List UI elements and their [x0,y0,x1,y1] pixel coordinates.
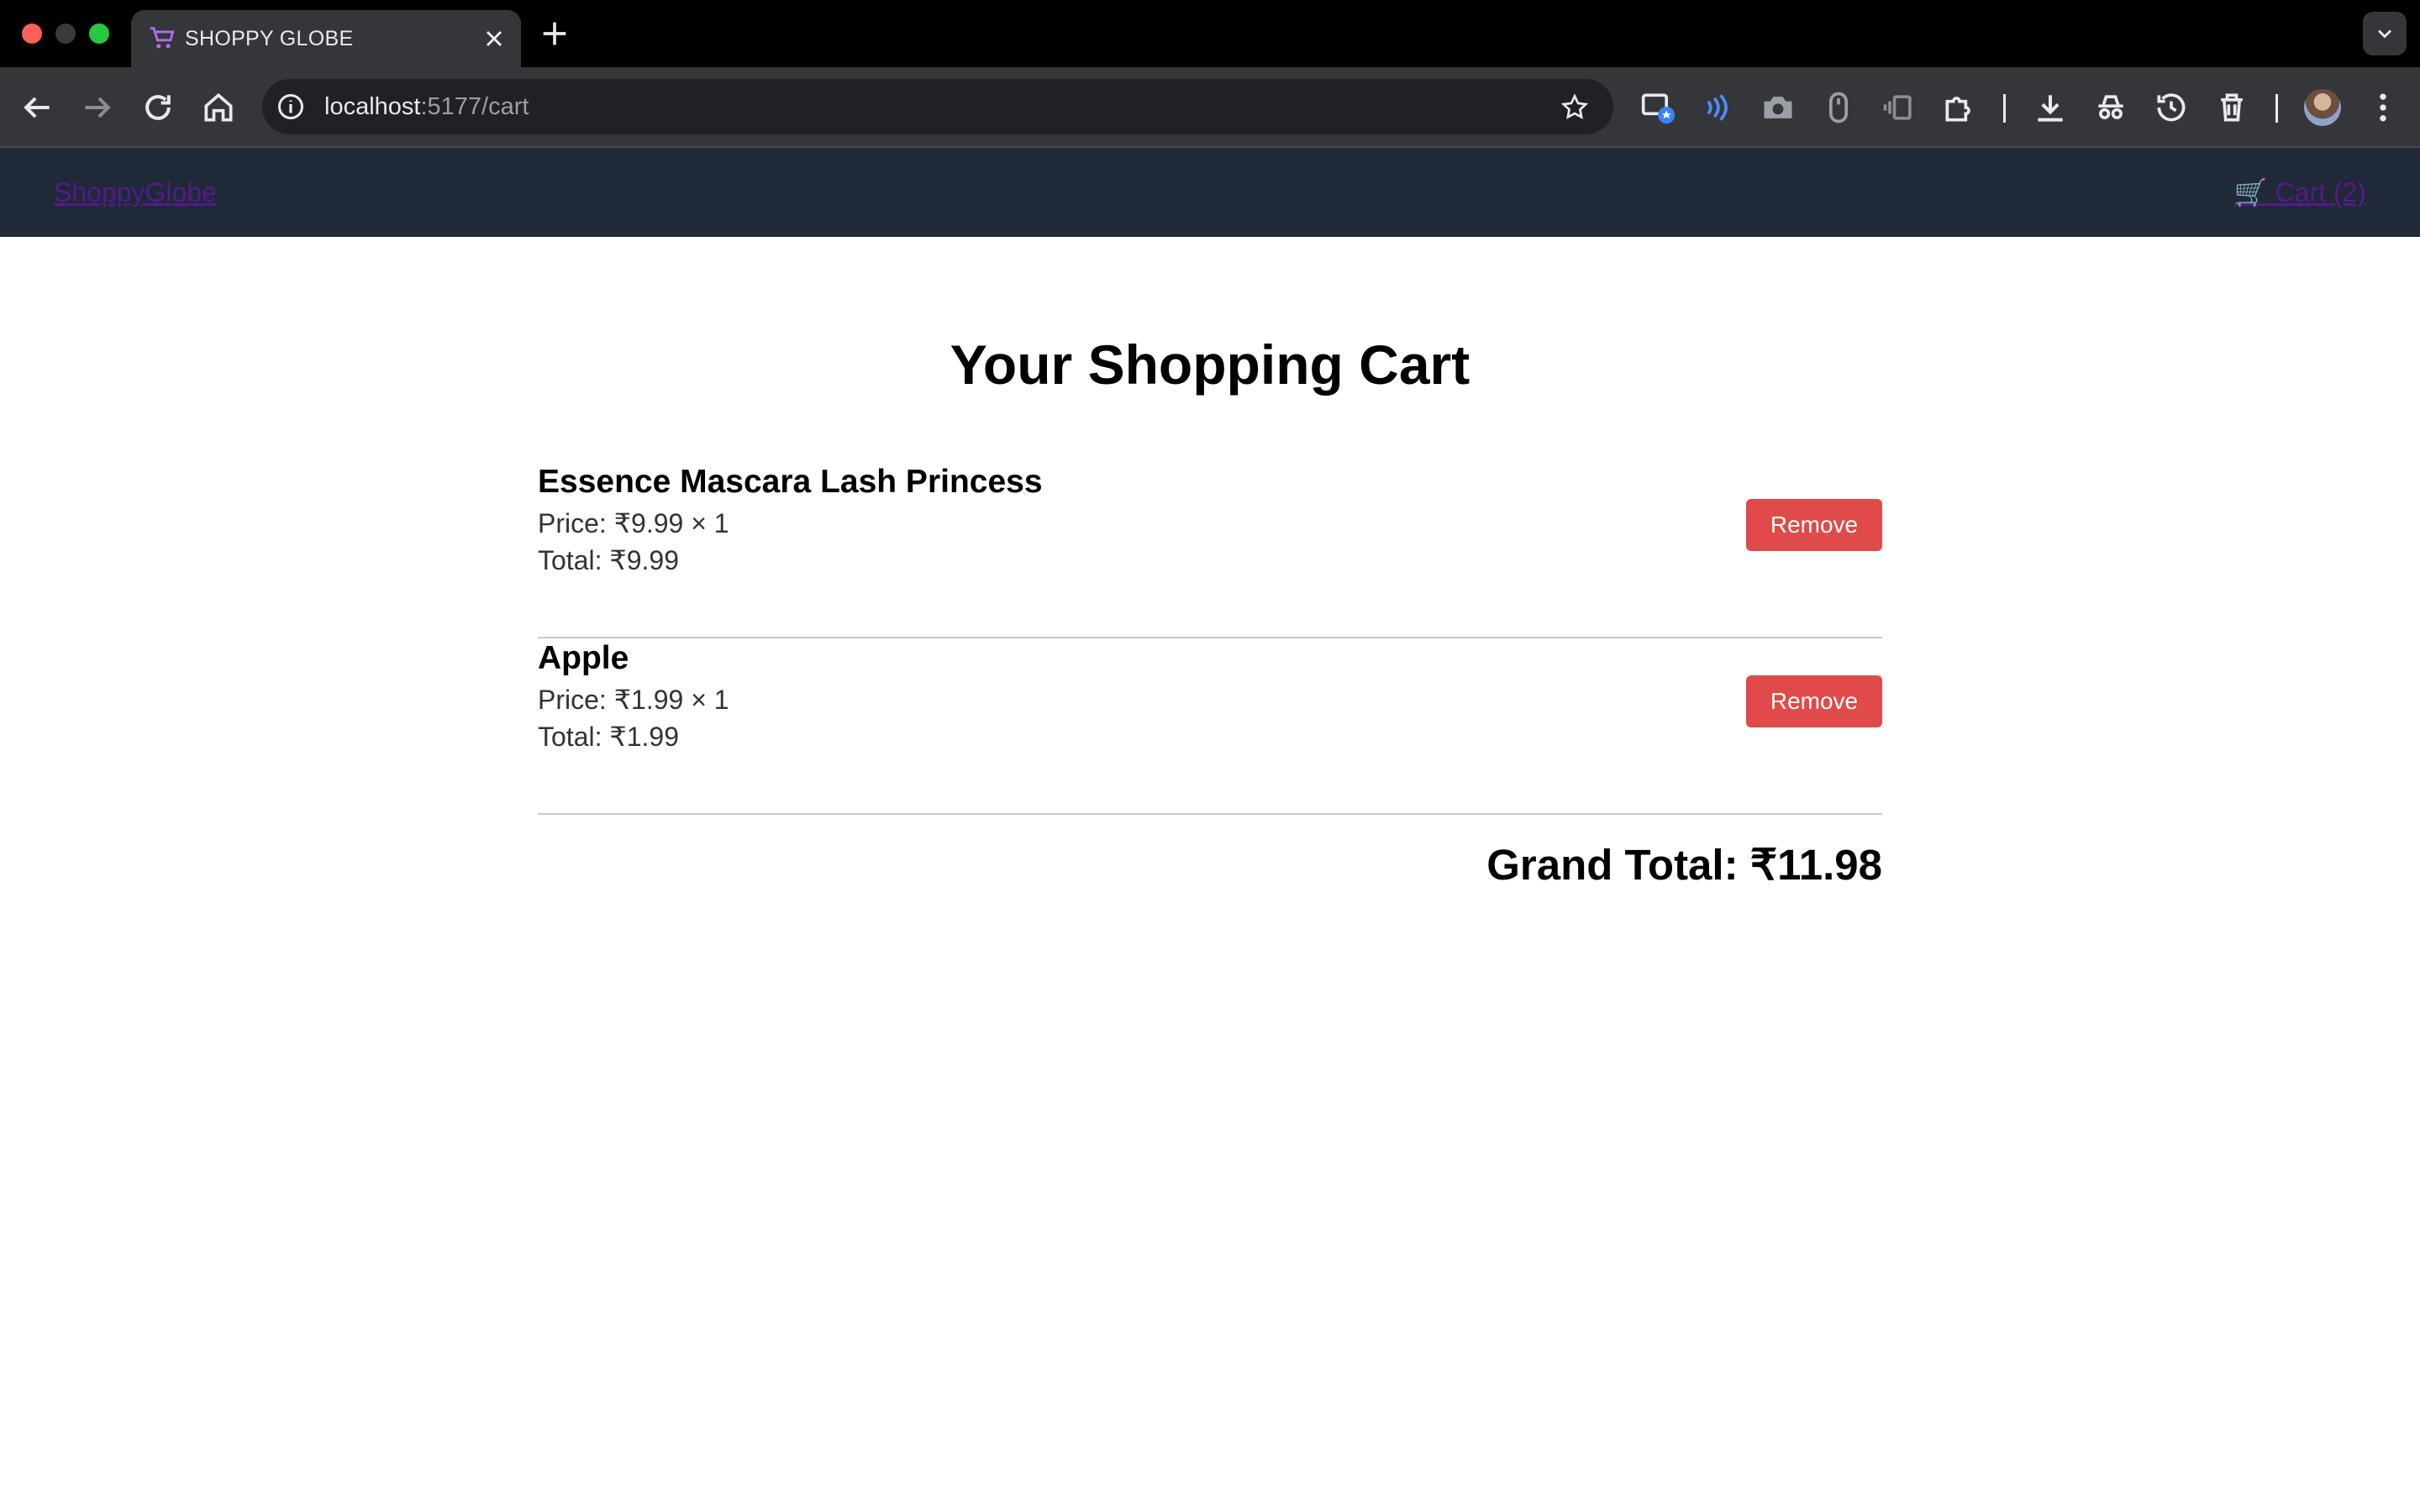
forward-icon[interactable] [79,89,116,126]
item-name: Essence Mascara Lash Princess [538,464,1043,500]
download-icon[interactable] [2032,89,2069,126]
trash-icon[interactable] [2213,89,2250,126]
url-text: localhost:5177/cart [324,79,529,134]
grand-total: Grand Total: ₹11.98 [1486,841,1882,889]
cart-item: Apple Price: ₹1.99 × 1 Total: ₹1.99 Remo… [538,640,1882,815]
reload-icon[interactable] [139,89,176,126]
item-price: Price: ₹1.99 × 1 [538,685,729,715]
item-total: Total: ₹1.99 [538,722,680,752]
back-icon[interactable] [18,89,55,126]
new-tab-icon[interactable] [538,17,571,50]
toolbar-divider [2275,94,2278,123]
remove-button[interactable]: Remove [1746,499,1882,551]
address-bar[interactable]: localhost:5177/cart [262,79,1613,134]
browser-toolbar: localhost:5177/cart [0,67,2420,148]
cart-link[interactable]: 🛒 Cart (2) [2234,148,2366,237]
site-header: ShoppyGlobe 🛒 Cart (2) [0,148,2420,237]
item-name: Apple [538,640,629,676]
site-info-icon[interactable] [276,92,306,122]
browser-tab[interactable]: SHOPPY GLOBE [131,10,521,67]
kebab-menu-icon[interactable] [2365,89,2402,126]
screen-capture-extension-icon[interactable] [1640,89,1677,126]
home-icon[interactable] [200,89,237,126]
url-path: :5177/cart [420,93,529,120]
history-icon[interactable] [2153,89,2190,126]
brand-link[interactable]: ShoppyGlobe [54,148,217,237]
minimize-window-button[interactable] [55,24,76,44]
browser-tab-bar: SHOPPY GLOBE [0,0,2420,67]
mouse-icon[interactable] [1820,89,1857,126]
item-total: Total: ₹9.99 [538,545,680,575]
shopping-cart-icon [150,27,175,49]
bookmark-star-icon[interactable] [1560,92,1590,123]
tab-title: SHOPPY GLOBE [185,27,354,50]
extensions-puzzle-icon[interactable] [1941,89,1978,126]
profile-avatar[interactable] [2304,89,2341,126]
tab-search-button[interactable] [2363,12,2407,55]
responsive-view-icon[interactable] [1881,89,1918,126]
chevron-down-icon [2378,29,2391,39]
item-price: Price: ₹9.99 × 1 [538,508,729,538]
toolbar-divider [2003,94,2006,123]
close-window-button[interactable] [22,24,42,44]
remove-button[interactable]: Remove [1746,675,1882,727]
wave-extension-icon[interactable] [1699,89,1736,126]
url-host: localhost [324,93,421,120]
close-tab-icon[interactable] [481,25,508,52]
camera-icon[interactable] [1760,89,1797,126]
page-title: Your Shopping Cart [950,333,1470,396]
incognito-icon[interactable] [2092,89,2129,126]
maximize-window-button[interactable] [89,24,109,44]
cart-item: Essence Mascara Lash Princess Price: ₹9.… [538,464,1882,638]
